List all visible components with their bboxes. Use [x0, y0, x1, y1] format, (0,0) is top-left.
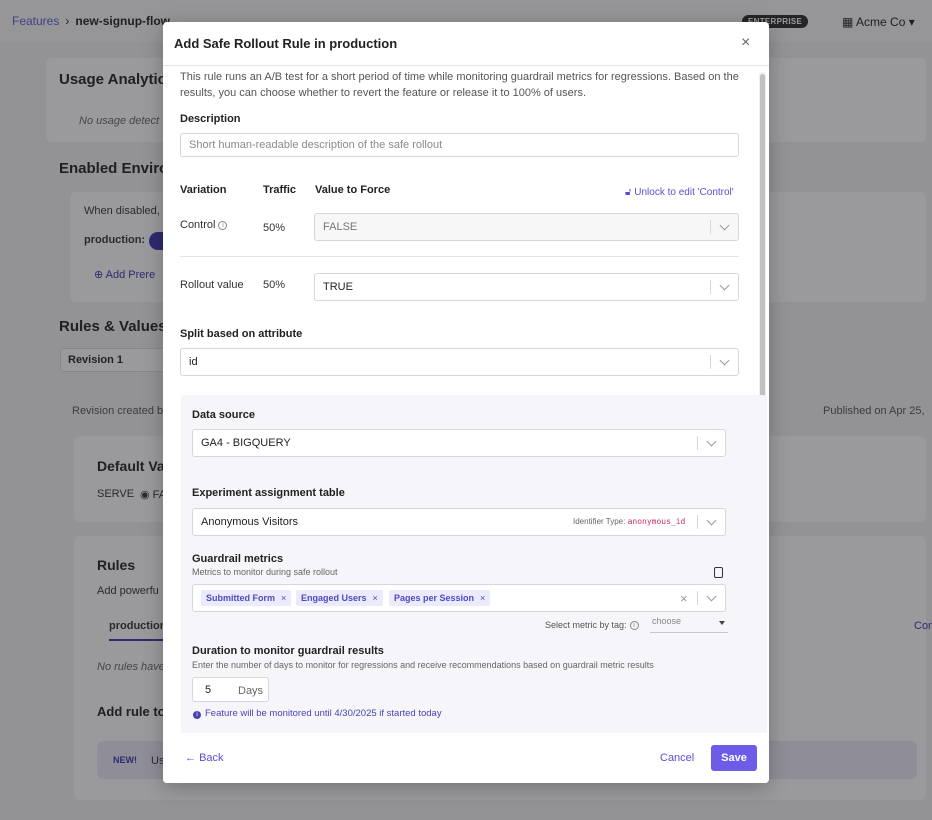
info-icon: i: [218, 221, 228, 230]
variation-row-control: Control i: [180, 219, 228, 231]
guardrail-label: Guardrail metrics: [192, 553, 284, 565]
chevron-down-icon: [706, 591, 717, 602]
rollout-value-select[interactable]: TRUE: [314, 273, 739, 301]
caret-down-icon: [719, 621, 725, 625]
clear-all-icon[interactable]: ×: [680, 591, 688, 606]
description-label: Description: [180, 113, 241, 125]
variation-header: Variation: [180, 184, 227, 196]
remove-tag-icon[interactable]: ×: [281, 593, 286, 603]
metric-tag: Pages per Session ×: [389, 590, 491, 606]
identifier-type-value: anonymous_id: [627, 517, 686, 526]
remove-tag-icon[interactable]: ×: [480, 593, 485, 603]
variation-traffic: 50%: [263, 222, 286, 234]
select-by-tag: Select metric by tag: i: [545, 620, 639, 630]
guardrail-help: Metrics to monitor during safe rollout: [192, 567, 338, 577]
duration-value: 5: [205, 684, 212, 696]
modal-header: Add Safe Rollout Rule in production ×: [163, 22, 769, 66]
modal-title: Add Safe Rollout Rule in production: [174, 36, 398, 51]
variation-traffic: 50%: [263, 279, 286, 291]
rollout-value: TRUE: [323, 281, 353, 293]
back-button[interactable]: ← Back: [185, 752, 224, 764]
data-source-value: GA4 - BIGQUERY: [201, 437, 291, 449]
identifier-type: Identifier Type: anonymous_id: [573, 517, 685, 526]
arrow-left-icon: ←: [185, 752, 200, 764]
save-button[interactable]: Save: [711, 745, 757, 771]
metric-tag-label: Submitted Form: [206, 593, 275, 603]
chevron-down-icon: [719, 220, 730, 231]
info-icon: i: [193, 711, 201, 719]
select-separator: [710, 280, 711, 294]
split-attribute-value: id: [189, 356, 198, 368]
select-separator: [697, 515, 698, 529]
monitor-note-text: Feature will be monitored until 4/30/202…: [205, 708, 442, 719]
tag-select[interactable]: choose: [650, 616, 728, 633]
unlock-control-label: Unlock to edit 'Control': [634, 187, 734, 198]
control-value: FALSE: [323, 221, 358, 233]
select-separator: [710, 355, 711, 369]
chevron-down-icon: [706, 436, 717, 447]
modal-footer: ← Back Cancel Save: [163, 733, 769, 783]
unlock-control-link[interactable]: 🔓︎ Unlock to edit 'Control': [625, 187, 734, 198]
traffic-header: Traffic: [263, 184, 297, 196]
select-separator: [697, 591, 698, 605]
select-separator: [710, 220, 711, 234]
duration-help: Enter the number of days to monitor for …: [192, 660, 654, 670]
variation-name: Control: [180, 219, 216, 231]
assignment-table-label: Experiment assignment table: [192, 487, 345, 499]
select-by-tag-label: Select metric by tag:: [545, 620, 627, 630]
split-label: Split based on attribute: [180, 328, 303, 340]
close-button[interactable]: ×: [741, 34, 750, 52]
duration-label: Duration to monitor guardrail results: [192, 645, 384, 657]
monitor-note: i Feature will be monitored until 4/30/20…: [193, 708, 442, 719]
duration-unit: Days: [238, 685, 264, 697]
metric-tag: Submitted Form ×: [201, 590, 292, 606]
assignment-table-value: Anonymous Visitors: [201, 516, 299, 528]
metric-tag-label: Pages per Session: [394, 593, 475, 603]
tag-select-placeholder: choose: [652, 616, 682, 626]
value-header: Value to Force: [315, 184, 391, 196]
intro-text: This rule runs an A/B test for a short p…: [180, 71, 739, 99]
info-icon: i: [629, 621, 639, 630]
metric-tag-label: Engaged Users: [301, 593, 367, 603]
metric-tag: Engaged Users ×: [296, 590, 383, 606]
description-input[interactable]: Short human-readable description of the …: [180, 133, 739, 157]
chevron-down-icon: [719, 355, 730, 366]
identifier-type-label: Identifier Type:: [573, 517, 626, 526]
remove-tag-icon[interactable]: ×: [373, 593, 378, 603]
safe-rollout-modal: Add Safe Rollout Rule in production × Th…: [163, 22, 769, 783]
control-value-select: FALSE: [314, 213, 739, 241]
description-placeholder: Short human-readable description of the …: [189, 139, 443, 151]
chevron-down-icon: [719, 280, 730, 291]
variation-row-rollout: Rollout value: [180, 279, 244, 291]
chevron-down-icon: [706, 515, 717, 526]
split-attribute-select[interactable]: id: [180, 348, 739, 376]
data-source-select[interactable]: GA4 - BIGQUERY: [192, 429, 726, 457]
lock-icon: 🔓︎: [625, 187, 635, 198]
data-source-label: Data source: [192, 409, 255, 421]
select-separator: [697, 436, 698, 450]
back-label: Back: [199, 752, 224, 764]
duration-days-input[interactable]: 5 Days: [192, 677, 269, 702]
clipboard-icon[interactable]: [714, 567, 723, 578]
row-divider: [180, 256, 739, 257]
cancel-button[interactable]: Cancel: [660, 752, 694, 764]
